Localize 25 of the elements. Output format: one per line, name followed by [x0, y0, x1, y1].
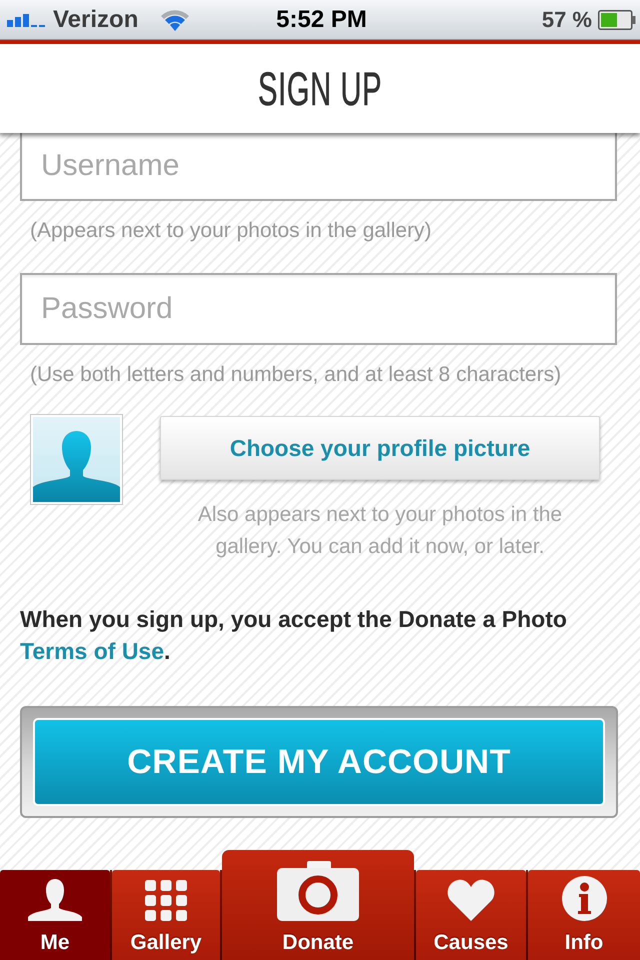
heart-icon — [447, 879, 495, 921]
battery-icon — [598, 10, 636, 30]
tab[interactable]: Donate — [222, 850, 414, 960]
battery-percent: 57 % — [542, 6, 592, 32]
tab[interactable]: Causes — [416, 870, 526, 960]
field-hint: (Use both letters and numbers, and at least 8 characters) — [30, 362, 562, 388]
page-title: SIGN UP — [258, 61, 382, 116]
grid-icon — [145, 880, 187, 921]
tab[interactable]: Me — [0, 870, 110, 960]
avatar-silhouette-icon — [30, 414, 123, 505]
tab[interactable]: Info — [528, 870, 640, 960]
clock-time: 5:52 PM — [276, 6, 367, 34]
camera-icon — [277, 861, 359, 921]
field-hint: (Appears next to your photos in the gallery) — [30, 218, 433, 244]
person-icon — [27, 879, 83, 921]
picture-note: Also appears next to your photos in the gallery. You can add it now, or later. — [196, 502, 564, 560]
wifi-icon — [160, 8, 190, 32]
terms-text: When you sign up, you accept the Donate a Photo Terms of Use. — [20, 605, 568, 666]
carrier-name: Verizon — [53, 6, 138, 34]
terms-link[interactable]: Terms of Use — [20, 638, 164, 664]
input-field[interactable]: Password — [20, 273, 617, 345]
input-field[interactable]: Username — [20, 130, 617, 201]
signal-icon — [7, 12, 45, 26]
tab[interactable]: Gallery — [112, 870, 220, 960]
info-icon — [562, 876, 606, 921]
